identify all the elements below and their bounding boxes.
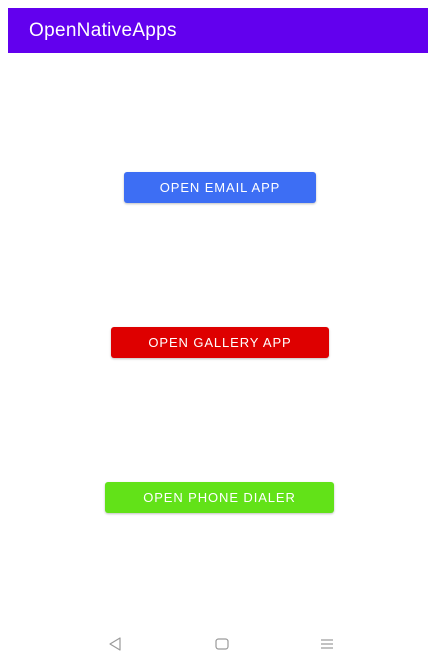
home-square-icon [215,638,229,650]
open-email-app-button[interactable]: OPEN EMAIL APP [124,172,316,203]
menu-lines-icon [321,639,333,649]
open-gallery-app-button[interactable]: OPEN GALLERY APP [111,327,329,358]
recents-menu-button[interactable] [315,632,339,656]
home-button[interactable] [210,632,234,656]
open-phone-dialer-button[interactable]: OPEN PHONE DIALER [105,482,334,513]
app-bar: OpenNativeApps [8,8,428,53]
back-triangle-icon [109,637,121,651]
screen: OpenNativeApps OPEN EMAIL APP OPEN GALLE… [0,0,428,659]
app-title: OpenNativeApps [29,19,177,41]
back-button[interactable] [103,632,127,656]
system-nav-bar [0,628,428,659]
